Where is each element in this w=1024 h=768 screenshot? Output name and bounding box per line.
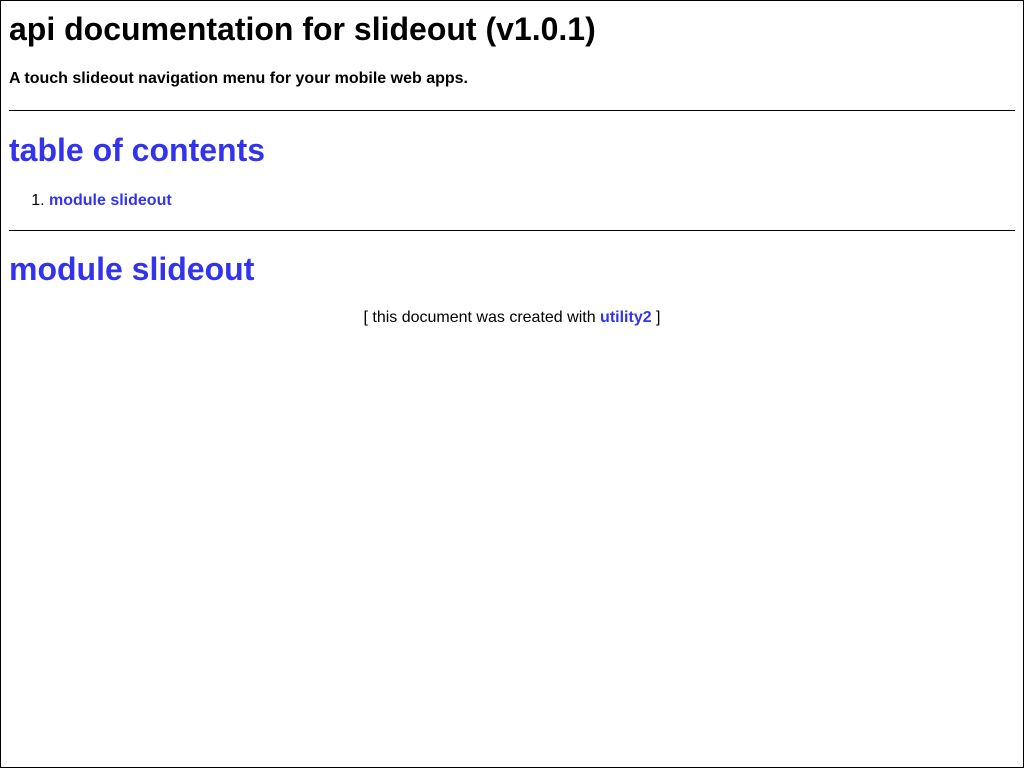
module-heading[interactable]: module slideout (9, 231, 1015, 288)
toc-list: module slideout (9, 169, 1015, 210)
footer: [ this document was created with utility… (9, 288, 1015, 327)
page-title: api documentation for slideout (v1.0.1) (9, 11, 596, 47)
footer-suffix: ] (651, 309, 661, 326)
toc-link-module-slideout[interactable]: module slideout (49, 192, 172, 209)
toc-item: module slideout (49, 191, 1015, 210)
page-description: A touch slideout navigation menu for you… (9, 70, 468, 87)
utility2-link[interactable]: utility2 (600, 309, 652, 326)
toc-heading: table of contents (9, 132, 266, 168)
document-page: api documentation for slideout (v1.0.1) … (0, 0, 1024, 768)
footer-prefix: [ this document was created with (363, 309, 601, 326)
